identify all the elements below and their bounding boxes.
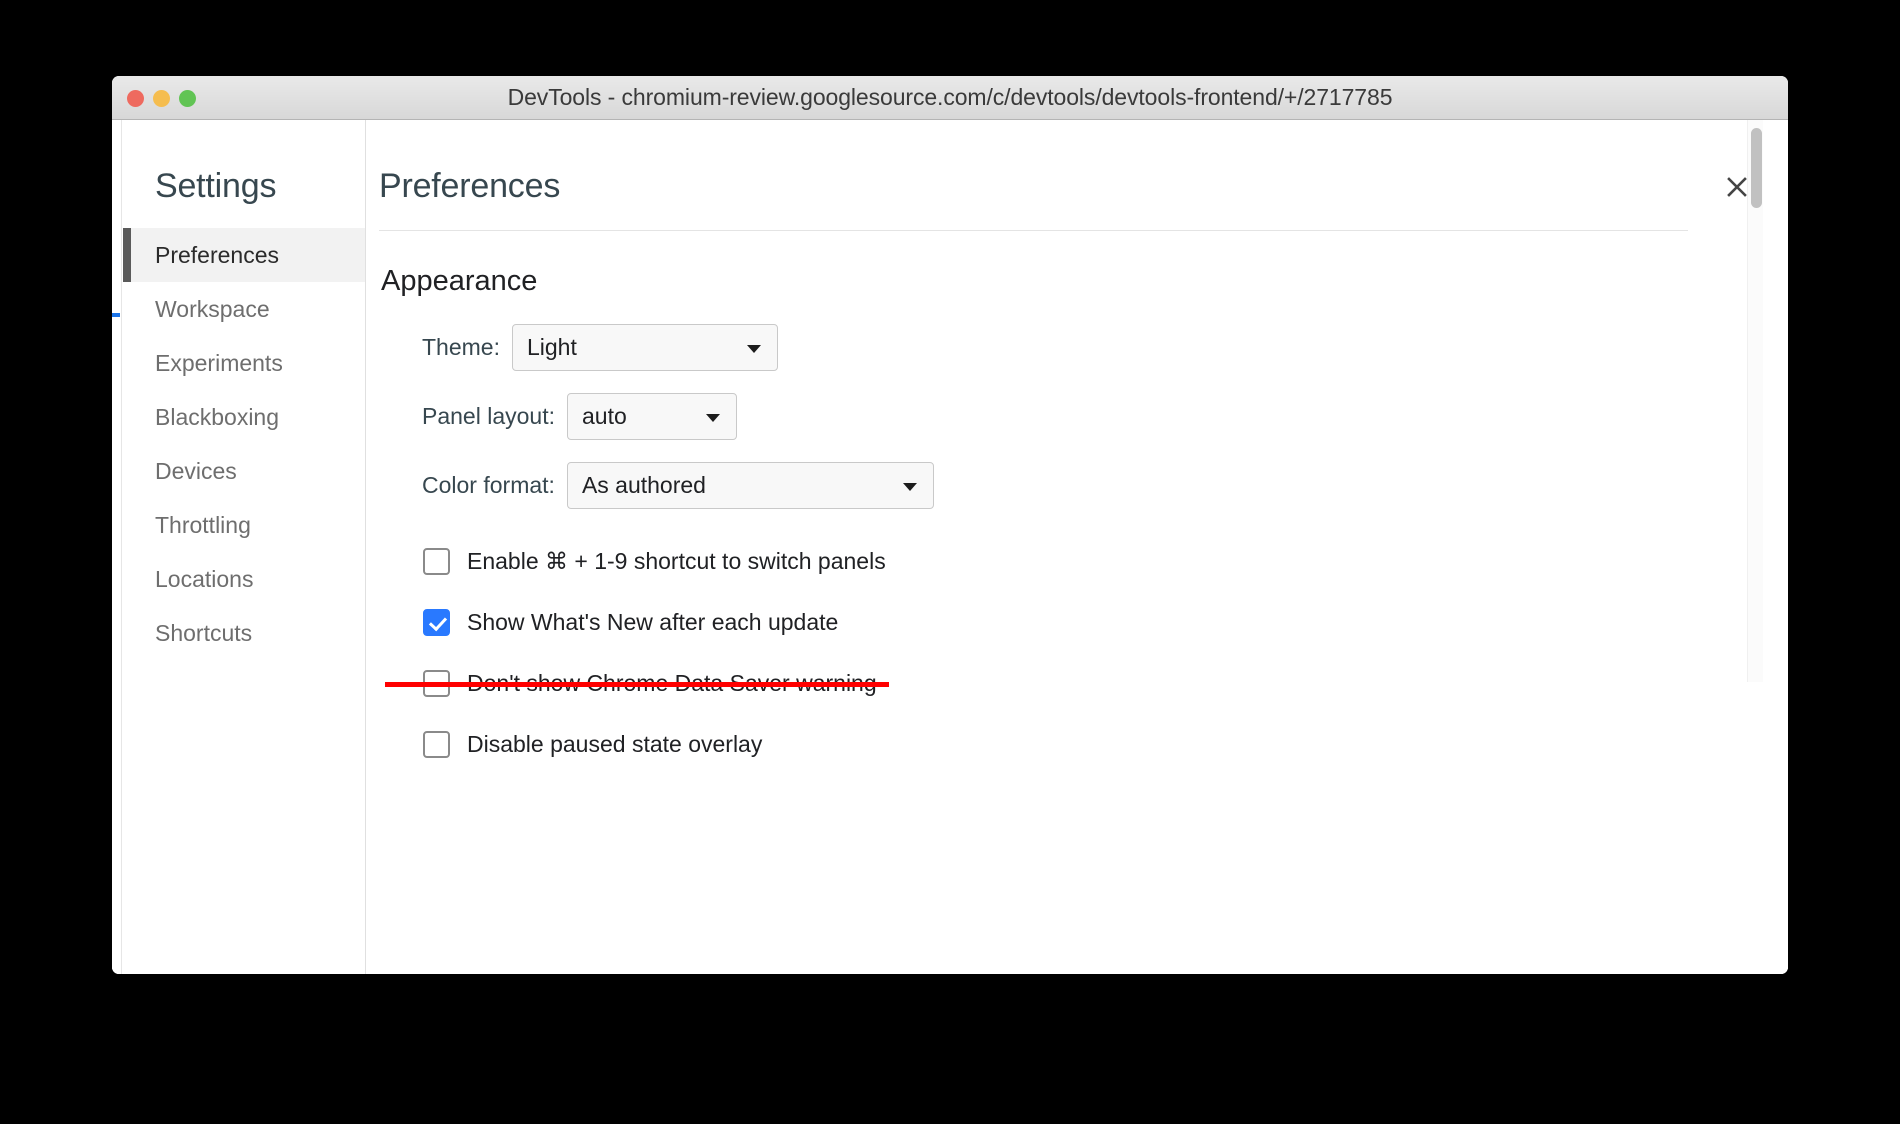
- window-body: Settings Preferences Workspace Experimen…: [112, 120, 1788, 974]
- sidebar-item-experiments[interactable]: Experiments: [123, 336, 365, 390]
- sidebar-item-locations[interactable]: Locations: [123, 552, 365, 606]
- browser-window: DevTools - chromium-review.googlesource.…: [112, 76, 1788, 974]
- checkbox-row-show-whats-new[interactable]: Show What's New after each update: [379, 592, 1788, 653]
- theme-select[interactable]: Light: [511, 324, 778, 371]
- sidebar-item-label: Experiments: [155, 349, 283, 376]
- theme-label: Theme:: [422, 334, 500, 360]
- settings-heading: Settings: [155, 167, 277, 205]
- sidebar-item-shortcuts[interactable]: Shortcuts: [123, 606, 365, 660]
- theme-select-value: Light: [526, 334, 577, 360]
- sidebar-item-label: Workspace: [155, 295, 270, 322]
- sidebar-item-label: Blackboxing: [155, 403, 280, 430]
- panel-layout-select-value: auto: [581, 403, 627, 429]
- data-saver-warning-checkbox[interactable]: [423, 670, 450, 697]
- disable-paused-overlay-checkbox[interactable]: [423, 731, 450, 758]
- sidebar-item-label: Preferences: [155, 241, 280, 268]
- field-row-color-format: Color format: As authored: [379, 462, 1788, 509]
- color-format-select-value: As authored: [581, 472, 706, 498]
- zoom-window-button[interactable]: [179, 89, 196, 107]
- field-row-panel-layout: Panel layout: auto: [379, 393, 1788, 440]
- preferences-scrollbar-track[interactable]: [1747, 120, 1763, 682]
- sidebar-item-devices[interactable]: Devices: [123, 444, 365, 498]
- color-format-select[interactable]: As authored: [566, 462, 934, 509]
- field-row-theme: Theme: Light: [379, 324, 1788, 371]
- settings-main-panel: Preferences Appearance Theme: Light Pane…: [366, 120, 1788, 974]
- minimize-window-button[interactable]: [153, 89, 170, 107]
- section-heading-appearance: Appearance: [381, 265, 538, 297]
- chevron-down-icon: [705, 413, 720, 422]
- enable-shortcut-label: Enable ⌘ + 1-9 shortcut to switch panels: [467, 548, 886, 574]
- sidebar-item-blackboxing[interactable]: Blackboxing: [123, 390, 365, 444]
- close-icon[interactable]: [1720, 170, 1754, 204]
- window-traffic-lights: [127, 76, 196, 120]
- disable-paused-overlay-label: Disable paused state overlay: [467, 731, 763, 757]
- chevron-down-icon: [746, 344, 761, 353]
- settings-dialog: Settings Preferences Workspace Experimen…: [123, 120, 1788, 974]
- sidebar-item-preferences[interactable]: Preferences: [123, 228, 365, 282]
- checkbox-row-data-saver-warning[interactable]: Don't show Chrome Data Saver warning: [379, 653, 1788, 714]
- page-accent-marker: [112, 313, 120, 317]
- color-format-label: Color format:: [422, 472, 555, 498]
- settings-sidebar: Settings Preferences Workspace Experimen…: [123, 120, 366, 974]
- sidebar-item-label: Locations: [155, 565, 254, 592]
- page-title: Preferences: [379, 167, 561, 205]
- sidebar-item-workspace[interactable]: Workspace: [123, 282, 365, 336]
- sidebar-item-label: Devices: [155, 457, 237, 484]
- close-window-button[interactable]: [127, 89, 144, 107]
- preferences-scroll-area: Appearance Theme: Light Panel layout: au…: [379, 231, 1788, 793]
- checkbox-row-enable-shortcut[interactable]: Enable ⌘ + 1-9 shortcut to switch panels: [379, 531, 1788, 592]
- window-title: DevTools - chromium-review.googlesource.…: [507, 84, 1393, 110]
- chevron-down-icon: [902, 482, 917, 491]
- data-saver-warning-label: Don't show Chrome Data Saver warning: [467, 670, 877, 696]
- enable-shortcut-checkbox[interactable]: [423, 548, 450, 575]
- panel-layout-label: Panel layout:: [422, 403, 555, 429]
- panel-layout-select[interactable]: auto: [566, 393, 737, 440]
- checkbox-row-disable-paused-overlay[interactable]: Disable paused state overlay: [379, 714, 1788, 775]
- sidebar-item-label: Shortcuts: [155, 619, 253, 646]
- window-titlebar: DevTools - chromium-review.googlesource.…: [112, 76, 1788, 120]
- sidebar-item-label: Throttling: [155, 511, 251, 538]
- show-whats-new-label: Show What's New after each update: [467, 609, 839, 635]
- show-whats-new-checkbox[interactable]: [423, 609, 450, 636]
- sidebar-item-throttling[interactable]: Throttling: [123, 498, 365, 552]
- underlying-page-edge: [112, 120, 122, 974]
